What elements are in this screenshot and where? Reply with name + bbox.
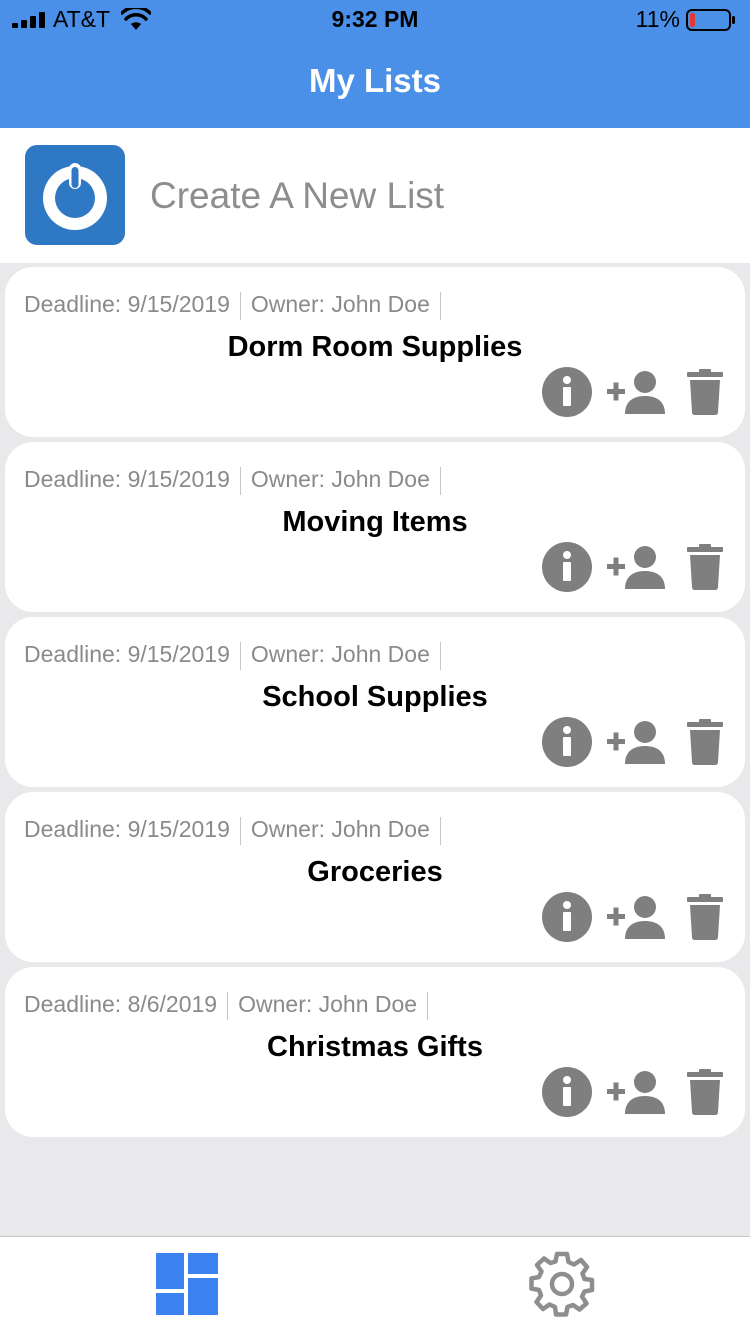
add-member-button[interactable] (607, 1067, 665, 1117)
meta-divider (439, 291, 441, 320)
list-owner: Owner: John Doe (250, 641, 430, 667)
battery-percent: 11% (635, 6, 680, 32)
add-user-icon (607, 896, 665, 939)
list-deadline: Deadline: 9/15/2019 (24, 816, 230, 842)
list-title: Groceries (307, 856, 443, 888)
list-actions (527, 717, 725, 767)
meta-divider (239, 466, 241, 495)
info-button[interactable] (542, 717, 592, 767)
status-bar: AT&T 9:32 PM 11% (0, 0, 750, 40)
tab-settings[interactable] (527, 1249, 597, 1319)
list-deadline: Deadline: 9/15/2019 (24, 466, 230, 492)
add-user-icon (607, 1071, 665, 1114)
list-title: Dorm Room Supplies (227, 331, 523, 363)
list-deadline: Deadline: 9/15/2019 (24, 641, 230, 667)
info-icon (542, 367, 592, 417)
list-card[interactable]: Deadline: 9/15/2019 Owner: John Doe Groce… (5, 792, 745, 962)
list-deadline: Deadline: 8/6/2019 (24, 991, 218, 1017)
battery-icon (686, 9, 735, 31)
page-title: My Lists (308, 62, 442, 99)
add-user-icon (607, 546, 665, 589)
trash-icon (687, 369, 723, 415)
meta-divider (427, 991, 429, 1020)
info-icon (542, 892, 592, 942)
list-owner: Owner: John Doe (250, 291, 430, 317)
add-member-button[interactable] (607, 542, 665, 592)
trash-icon (687, 894, 723, 940)
add-member-button[interactable] (607, 717, 665, 767)
app-logo-icon (25, 145, 125, 245)
list-meta: Deadline: 9/15/2019 Owner: John Doe (24, 641, 451, 670)
list-owner: Owner: John Doe (238, 991, 418, 1017)
info-button[interactable] (542, 892, 592, 942)
list-title: School Supplies (262, 681, 488, 713)
list-actions (527, 1067, 725, 1117)
info-icon (542, 717, 592, 767)
add-user-icon (607, 721, 665, 764)
info-icon (542, 1067, 592, 1117)
list-card[interactable]: Deadline: 9/15/2019 Owner: John Doe Movin… (5, 442, 745, 612)
list-owner: Owner: John Doe (250, 816, 430, 842)
list-title: Moving Items (282, 506, 468, 538)
list-card[interactable]: Deadline: 9/15/2019 Owner: John Doe Dorm … (5, 267, 745, 437)
add-user-icon (607, 371, 665, 414)
create-new-list-label: Create A New List (150, 175, 445, 216)
list-meta: Deadline: 9/15/2019 Owner: John Doe (24, 291, 451, 320)
trash-icon (687, 719, 723, 765)
meta-divider (439, 466, 441, 495)
delete-list-button[interactable] (685, 542, 725, 592)
delete-list-button[interactable] (685, 892, 725, 942)
meta-divider (439, 816, 441, 845)
list-actions (527, 542, 725, 592)
list-meta: Deadline: 9/15/2019 Owner: John Doe (24, 466, 451, 495)
list-meta: Deadline: 9/15/2019 Owner: John Doe (24, 816, 451, 845)
info-icon (542, 542, 592, 592)
list-owner: Owner: John Doe (250, 466, 430, 492)
list-card[interactable]: Deadline: 9/15/2019 Owner: John Doe Schoo… (5, 617, 745, 787)
meta-divider (239, 816, 241, 845)
create-new-list-button[interactable]: Create A New List (0, 128, 750, 263)
meta-divider (239, 291, 241, 320)
gear-icon (529, 1251, 595, 1317)
tab-bar (0, 1236, 750, 1335)
info-button[interactable] (542, 367, 592, 417)
list-actions (527, 367, 725, 417)
list-title: Christmas Gifts (267, 1031, 483, 1063)
meta-divider (439, 641, 441, 670)
trash-icon (687, 1069, 723, 1115)
delete-list-button[interactable] (685, 1067, 725, 1117)
list-actions (527, 892, 725, 942)
delete-list-button[interactable] (685, 717, 725, 767)
meta-divider (227, 991, 229, 1020)
add-member-button[interactable] (607, 892, 665, 942)
add-member-button[interactable] (607, 367, 665, 417)
list-card[interactable]: Deadline: 8/6/2019 Owner: John Doe Christ… (5, 967, 745, 1137)
tab-my-lists[interactable] (152, 1249, 222, 1319)
info-button[interactable] (542, 1067, 592, 1117)
info-button[interactable] (542, 542, 592, 592)
list-deadline: Deadline: 9/15/2019 (24, 291, 230, 317)
meta-divider (239, 641, 241, 670)
trash-icon (687, 544, 723, 590)
app-header: AT&T 9:32 PM 11% My Lists (0, 0, 750, 128)
list-meta: Deadline: 8/6/2019 Owner: John Doe (24, 991, 438, 1020)
delete-list-button[interactable] (685, 367, 725, 417)
dashboard-icon (156, 1253, 218, 1315)
